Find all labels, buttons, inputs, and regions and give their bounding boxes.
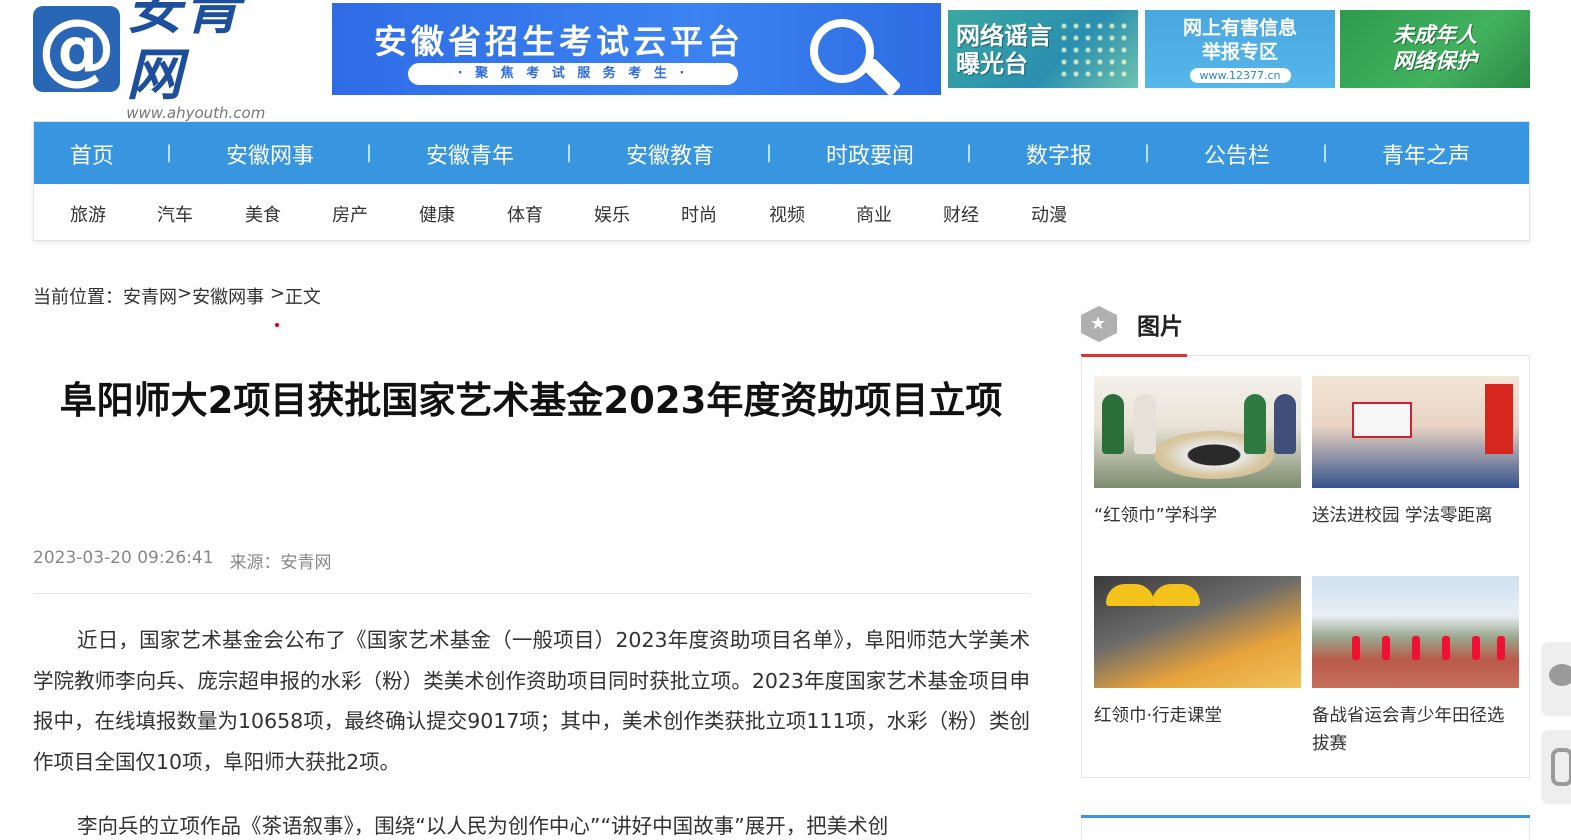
article-paragraph: 李向兵的立项作品《茶语叙事》，围绕“以人民为创作中心”“讲好中国故事”展开，把美…: [77, 814, 889, 838]
nav-separator: |: [1144, 142, 1151, 163]
mobile-float-button[interactable]: [1541, 730, 1571, 804]
site-header: @ 安青网 www.ahyouth.com 安徽省招生考试云平台 · 聚 焦 考…: [0, 0, 1571, 122]
minor-banner-text: 未成年人 网络保护: [1393, 23, 1477, 73]
picture-thumbnail[interactable]: [1094, 376, 1301, 488]
subnav-item-travel[interactable]: 旅游: [70, 201, 106, 227]
nav-item-anhui-news[interactable]: 安徽网事: [226, 138, 314, 170]
subnav-item-realestate[interactable]: 房产: [332, 201, 368, 227]
network-dots-icon: [1058, 20, 1128, 80]
nav-item-anhui-education[interactable]: 安徽教育: [626, 138, 714, 170]
breadcrumb-prefix: 当前位置：: [33, 287, 123, 308]
logo-url: www.ahyouth.com: [126, 104, 266, 122]
nav-item-digital-paper[interactable]: 数字报: [1026, 138, 1092, 170]
sidebar-next-section-box: [1081, 818, 1530, 840]
logo-text: 安青网 www.ahyouth.com: [126, 0, 295, 122]
comment-float-button[interactable]: [1541, 642, 1571, 716]
exam-platform-title: 安徽省招生考试云平台: [374, 22, 744, 61]
breadcrumb-current: 正文: [284, 287, 321, 308]
sidebar-pictures-header: ★ 图片: [1081, 296, 1530, 357]
chat-bubble-icon: [1549, 664, 1571, 686]
logo-name: 安青网: [126, 0, 243, 108]
picture-card[interactable]: “红领巾”学科学: [1094, 376, 1302, 530]
breadcrumb-separator: >: [264, 283, 285, 304]
rumor-banner-text: 网络谣言 曝光台: [956, 22, 1052, 78]
picture-card[interactable]: 备战省运会青少年田径选拔赛: [1312, 576, 1520, 758]
picture-card[interactable]: 送法进校园 学法零距离: [1312, 376, 1520, 530]
magnifier-icon: [810, 19, 874, 83]
primary-nav-bar: 首页 | 安徽网事 | 安徽青年 | 安徽教育 | 时政要闻 | 数字报 | 公…: [34, 122, 1529, 184]
harmful-info-report-banner[interactable]: 网上有害信息 举报专区 www.12377.cn: [1145, 10, 1335, 88]
nav-item-anhui-youth[interactable]: 安徽青年: [426, 138, 514, 170]
subnav-item-auto[interactable]: 汽车: [157, 201, 193, 227]
picture-caption[interactable]: 备战省运会青少年田径选拔赛: [1312, 702, 1520, 758]
phone-icon: [1551, 748, 1571, 786]
red-dot-marker: [275, 323, 279, 327]
nav-item-politics[interactable]: 时政要闻: [826, 138, 914, 170]
nav-separator: |: [1322, 142, 1329, 163]
nav-separator: |: [166, 142, 173, 163]
article-meta: 2023-03-20 09:26:41 来源：安青网: [33, 548, 332, 573]
picture-thumbnail[interactable]: [1094, 576, 1301, 688]
article-paragraph: 近日，国家艺术基金会公布了《国家艺术基金（一般项目）2023年度资助项目名单》，…: [33, 628, 1031, 774]
subnav-item-fashion[interactable]: 时尚: [681, 201, 717, 227]
site-logo[interactable]: @ 安青网 www.ahyouth.com: [33, 0, 295, 122]
nav-separator: |: [966, 142, 973, 163]
secondary-nav-bar: 旅游 汽车 美食 房产 健康 体育 娱乐 时尚 视频 商业 财经 动漫: [34, 184, 1529, 240]
exam-platform-subtitle: · 聚 焦 考 试 服 务 考 生 ·: [408, 63, 738, 85]
sidebar-pictures-title: 图片: [1137, 314, 1183, 340]
subnav-item-food[interactable]: 美食: [245, 201, 281, 227]
sidebar-pictures-box: “红领巾”学科学 送法进校园 学法零距离 红领巾·行走课堂 备战省运会青少年田径…: [1081, 356, 1530, 778]
article-source: 来源：安青网: [229, 553, 332, 573]
exam-platform-banner[interactable]: 安徽省招生考试云平台 · 聚 焦 考 试 服 务 考 生 ·: [332, 3, 941, 95]
picture-card[interactable]: 红领巾·行走课堂: [1094, 576, 1302, 730]
article-title: 阜阳师大2项目获批国家艺术基金2023年度资助项目立项: [59, 379, 1003, 422]
article-date: 2023-03-20 09:26:41: [33, 548, 214, 568]
subnav-item-health[interactable]: 健康: [419, 201, 455, 227]
report-banner-text: 网上有害信息 举报专区: [1182, 17, 1297, 63]
picture-caption[interactable]: 红领巾·行走课堂: [1094, 702, 1302, 730]
nav-separator: |: [366, 142, 373, 163]
breadcrumb-section[interactable]: 安徽网事: [192, 283, 264, 309]
magnifier-handle-icon: [862, 57, 902, 95]
rumor-exposure-banner[interactable]: 网络谣言 曝光台: [948, 10, 1138, 88]
breadcrumb: 当前位置： 安青网 > 安徽网事 > 正文: [33, 283, 321, 309]
nav-item-youth-voice[interactable]: 青年之声: [1382, 138, 1470, 170]
subnav-item-anime[interactable]: 动漫: [1031, 201, 1067, 227]
subnav-item-entertainment[interactable]: 娱乐: [594, 201, 630, 227]
picture-thumbnail[interactable]: [1312, 576, 1519, 688]
breadcrumb-home[interactable]: 安青网: [123, 283, 177, 309]
minor-protection-banner[interactable]: 未成年人 网络保护: [1340, 10, 1530, 88]
nav-separator: |: [566, 142, 573, 163]
subnav-item-finance[interactable]: 财经: [943, 201, 979, 227]
main-navigation: 首页 | 安徽网事 | 安徽青年 | 安徽教育 | 时政要闻 | 数字报 | 公…: [33, 121, 1530, 241]
picture-caption[interactable]: 送法进校园 学法零距离: [1312, 502, 1520, 530]
subnav-item-business[interactable]: 商业: [856, 201, 892, 227]
logo-at-icon: @: [33, 6, 121, 92]
picture-thumbnail[interactable]: [1312, 376, 1519, 488]
nav-separator: |: [766, 142, 773, 163]
star-badge-icon: ★: [1081, 296, 1117, 344]
breadcrumb-separator: >: [177, 283, 193, 304]
nav-item-home[interactable]: 首页: [70, 138, 114, 170]
subnav-item-sports[interactable]: 体育: [507, 201, 543, 227]
subnav-item-video[interactable]: 视频: [769, 201, 805, 227]
report-banner-url: www.12377.cn: [1189, 68, 1291, 83]
article-divider: [33, 593, 1030, 594]
picture-caption[interactable]: “红领巾”学科学: [1094, 502, 1302, 530]
nav-item-bulletin[interactable]: 公告栏: [1204, 138, 1270, 170]
